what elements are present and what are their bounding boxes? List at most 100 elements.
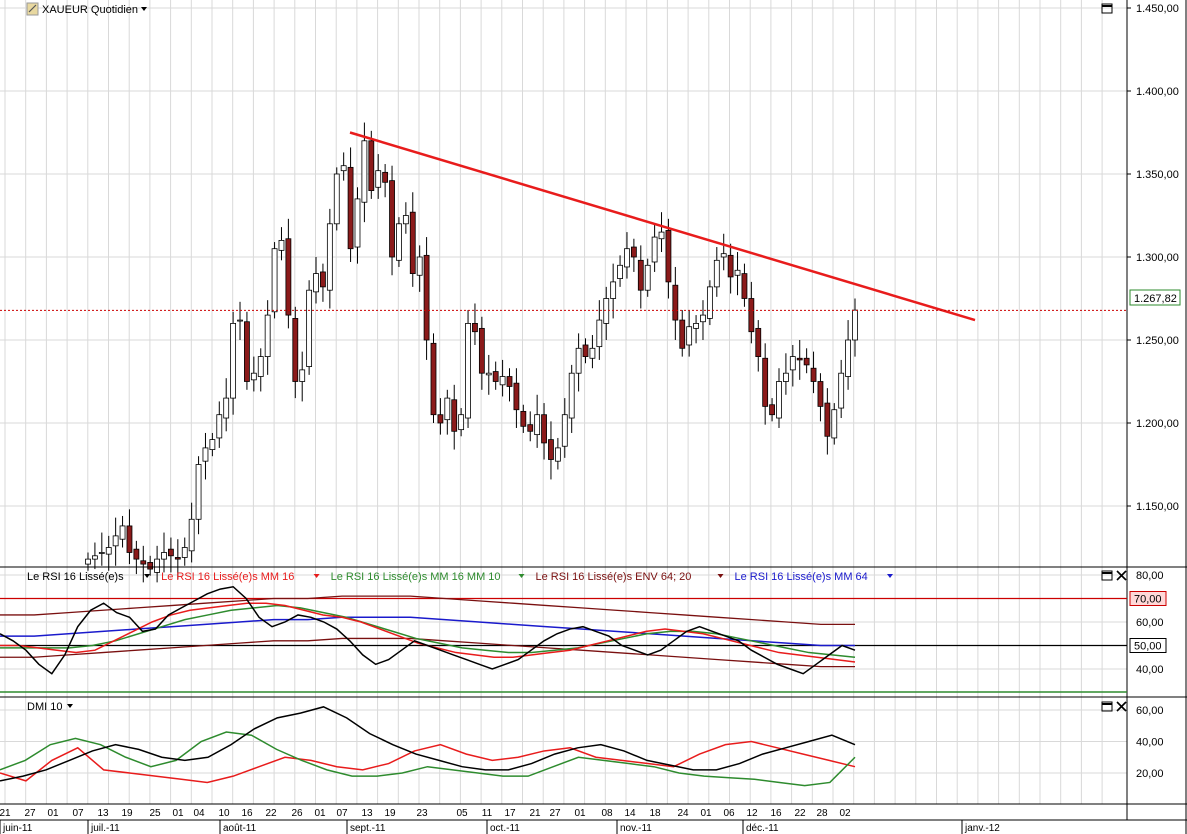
candle — [672, 284, 679, 321]
candle — [472, 322, 478, 333]
x-day-tick: 18 — [649, 808, 661, 819]
rsi-y-tick-label: 40,00 — [1136, 664, 1164, 676]
x-month-tick: oct.-11 — [490, 823, 520, 834]
candle — [250, 372, 257, 381]
chart-canvas: XAUEUR Quotidien 1.450,00 1.400,00 1.350,0… — [0, 0, 1187, 834]
candle — [423, 254, 430, 341]
candle — [610, 281, 617, 299]
rsi-legend-item[interactable]: Le RSI 16 Lissé(e)s ENV 64; 20 — [536, 571, 692, 583]
rsi-legend-item[interactable]: Le RSI 16 Lissé(e)s MM 64 — [735, 571, 868, 583]
x-month-tick: janv.-12 — [964, 823, 1000, 834]
x-day-tick: 21 — [0, 808, 11, 819]
x-day-tick: 05 — [456, 808, 468, 819]
candle — [368, 140, 375, 192]
x-day-tick: 08 — [601, 808, 613, 819]
x-day-tick: 23 — [416, 808, 428, 819]
candle — [845, 339, 851, 377]
x-day-tick: 27 — [549, 808, 561, 819]
candle — [299, 369, 306, 382]
candle — [264, 314, 271, 358]
candle — [154, 558, 160, 573]
x-day-tick: 10 — [218, 808, 230, 819]
candle — [541, 414, 547, 444]
candle — [340, 165, 347, 172]
x-day-tick: 02 — [839, 808, 851, 819]
x-day-tick: 21 — [529, 808, 541, 819]
candle — [389, 180, 395, 258]
candle — [713, 259, 720, 288]
candle — [98, 552, 105, 554]
rsi-level-label: 50,00 — [1134, 641, 1162, 653]
candle — [119, 525, 126, 540]
candle — [762, 357, 769, 407]
dmi-y-axis: 60,00 40,00 20,00 — [1136, 705, 1164, 780]
x-day-tick: 07 — [336, 808, 348, 819]
x-month-tick: juil.-11 — [90, 823, 120, 834]
x-day-tick: 25 — [149, 808, 161, 819]
candle — [292, 318, 299, 382]
candle — [665, 230, 672, 283]
candle — [257, 356, 264, 377]
candle — [306, 289, 313, 367]
candle — [693, 322, 699, 329]
x-month-tick: déc.-11 — [746, 823, 779, 834]
candle — [748, 298, 755, 333]
candle — [838, 372, 845, 409]
x-day-tick: 19 — [384, 808, 396, 819]
candle — [271, 248, 278, 313]
candle — [202, 447, 209, 462]
candle — [458, 414, 465, 431]
candle — [465, 322, 471, 419]
rsi-legend-item[interactable]: Le RSI 16 Lissé(e)s MM 16 MM 10 — [331, 571, 501, 583]
candle — [769, 404, 775, 416]
x-day-tick: 12 — [746, 808, 758, 819]
candle — [499, 376, 506, 386]
x-day-tick: 04 — [193, 808, 205, 819]
y-tick-label: 1.350,00 — [1136, 169, 1179, 181]
y-tick-label: 1.400,00 — [1136, 86, 1179, 98]
candle — [741, 273, 748, 299]
rsi-y-tick-label: 80,00 — [1136, 570, 1164, 582]
candle — [824, 402, 831, 437]
candle — [783, 372, 789, 382]
candle — [223, 397, 230, 419]
candle — [451, 399, 458, 432]
candle — [658, 231, 665, 240]
rsi-legend-item[interactable]: Le RSI 16 Lissé(e)s MM 16 — [161, 571, 294, 583]
y-tick-label: 1.250,00 — [1136, 335, 1179, 347]
candle — [485, 372, 492, 376]
candle — [444, 397, 451, 421]
candle — [603, 298, 610, 324]
candle — [817, 381, 824, 407]
candle — [492, 371, 499, 382]
rsi-legend-item[interactable]: Le RSI 16 Lissé(e)s — [27, 571, 124, 583]
candle — [589, 347, 596, 359]
candle — [720, 253, 727, 258]
x-day-tick: 26 — [291, 808, 303, 819]
x-day-tick: 01 — [700, 808, 712, 819]
candle — [651, 236, 658, 263]
candle — [188, 518, 195, 552]
candle — [734, 269, 741, 276]
candle — [326, 223, 333, 291]
x-month-tick: juin-11 — [2, 823, 33, 834]
candle — [161, 552, 167, 560]
x-day-tick: 01 — [172, 808, 184, 819]
x-month-tick: sept.-11 — [350, 823, 386, 834]
dmi-legend[interactable]: DMI 10 — [27, 701, 62, 713]
candle — [776, 381, 782, 419]
candle — [561, 414, 568, 447]
x-month-tick: août-11 — [223, 823, 257, 834]
x-day-tick: 28 — [816, 808, 828, 819]
candle — [575, 347, 582, 374]
candle — [237, 319, 243, 322]
x-day-tick: 24 — [677, 808, 689, 819]
candle — [568, 372, 575, 419]
candle — [637, 259, 644, 291]
candle — [354, 198, 361, 248]
y-tick-label: 1.200,00 — [1136, 418, 1179, 430]
candle — [513, 382, 520, 411]
x-day-tick: 16 — [770, 808, 782, 819]
candle — [803, 357, 810, 366]
instrument-title[interactable]: XAUEUR Quotidien — [42, 4, 138, 16]
